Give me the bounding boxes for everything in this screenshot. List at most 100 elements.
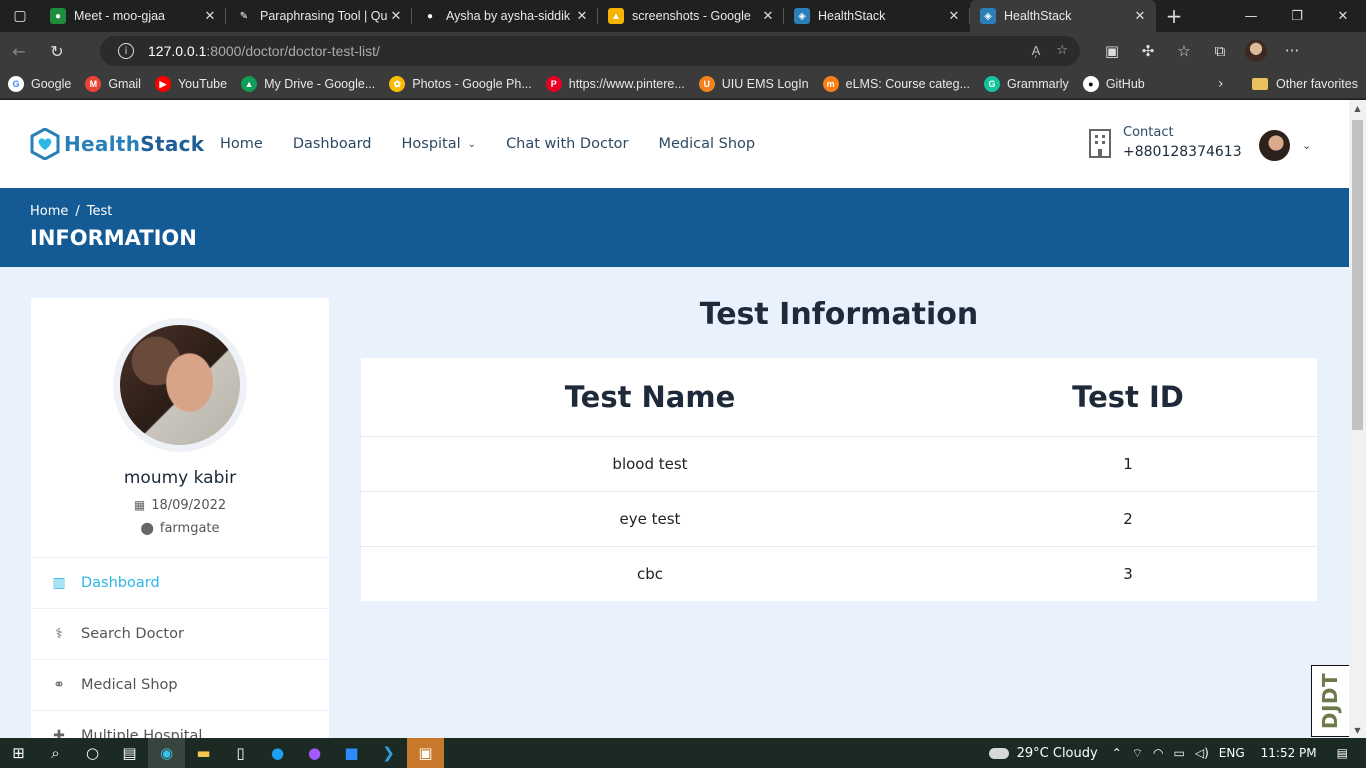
table-row: cbc 3: [361, 546, 1317, 601]
read-aloud-icon[interactable]: A᷊: [1032, 43, 1041, 59]
wifi-icon[interactable]: ◠: [1153, 746, 1163, 760]
tab-favicon-icon: ▲: [608, 8, 624, 24]
healthstack-logo[interactable]: HealthStack: [30, 128, 204, 160]
browser-tab[interactable]: ◈ HealthStack ✕: [970, 0, 1156, 32]
column-header-test-id: Test ID: [939, 358, 1317, 437]
sidebar-item-search-doctor[interactable]: ⚕ Search Doctor: [31, 608, 329, 659]
browser-tab[interactable]: ▲ screenshots - Google ✕: [598, 0, 784, 32]
contact-number: +880128374613: [1123, 144, 1242, 160]
notifications-icon[interactable]: ▤: [1337, 746, 1348, 760]
edge-icon[interactable]: ◉: [148, 738, 185, 768]
other-favorites[interactable]: Other favorites: [1252, 77, 1358, 91]
bookmark-item[interactable]: ✿ Photos - Google Ph...: [389, 76, 532, 92]
tab-actions-icon[interactable]: ▢: [0, 0, 40, 32]
nav-medical-shop[interactable]: Medical Shop: [658, 136, 755, 152]
chevron-down-icon: ⌄: [1302, 139, 1312, 152]
volume-icon[interactable]: ◁): [1195, 746, 1209, 760]
close-window-icon[interactable]: ✕: [1320, 0, 1366, 32]
bookmark-item[interactable]: G Google: [8, 76, 71, 92]
collections-icon[interactable]: ⧉: [1202, 32, 1238, 70]
restore-icon[interactable]: ❐: [1274, 0, 1320, 32]
tab-close-icon[interactable]: ✕: [946, 8, 962, 24]
windows-start-icon[interactable]: ⊞: [0, 738, 37, 768]
clock[interactable]: 11:52 PM: [1261, 746, 1317, 760]
sidebar-item-multiple-hospital[interactable]: ✚ Multiple Hospital: [31, 710, 329, 738]
minimize-icon[interactable]: —: [1228, 0, 1274, 32]
scroll-down-icon[interactable]: ▼: [1349, 722, 1366, 738]
sidebar-item-medical-shop[interactable]: ⚭ Medical Shop: [31, 659, 329, 710]
browser-tab[interactable]: ● Aysha by aysha-siddik ✕: [412, 0, 598, 32]
tab-close-icon[interactable]: ✕: [1132, 8, 1148, 24]
sidebar-item-dashboard[interactable]: ▥ Dashboard: [31, 557, 329, 608]
bookmarks-overflow-icon[interactable]: ›: [1218, 76, 1224, 92]
nav-dashboard[interactable]: Dashboard: [293, 136, 372, 152]
bookmark-label: Gmail: [108, 77, 141, 91]
bookmark-item[interactable]: ▲ My Drive - Google...: [241, 76, 375, 92]
url-field[interactable]: i 127.0.0.1:8000/doctor/doctor-test-list…: [100, 36, 1080, 66]
twitter-icon[interactable]: ●: [259, 738, 296, 768]
browser-tab[interactable]: ● Meet - moo-gjaa ✕: [40, 0, 226, 32]
nav-chat-with-doctor[interactable]: Chat with Doctor: [506, 136, 628, 152]
battery-icon[interactable]: ▭: [1174, 746, 1185, 760]
tab-close-icon[interactable]: ✕: [760, 8, 776, 24]
bookmark-label: Photos - Google Ph...: [412, 77, 532, 91]
breadcrumb-home[interactable]: Home: [30, 204, 68, 219]
cortana-icon[interactable]: ○: [74, 738, 111, 768]
browser-tab[interactable]: ◈ HealthStack ✕: [784, 0, 970, 32]
test-name-cell: blood test: [361, 436, 939, 492]
vscode-icon[interactable]: ❯: [370, 738, 407, 768]
bookmark-item[interactable]: G Grammarly: [984, 76, 1069, 92]
tab-close-icon[interactable]: ✕: [202, 8, 218, 24]
nav-hospital[interactable]: Hospital ⌄: [402, 136, 477, 152]
chevron-up-icon[interactable]: ⌃: [1112, 746, 1122, 760]
main-nav: Home Dashboard Hospital ⌄ Chat with Docto…: [220, 136, 755, 152]
tab-close-icon[interactable]: ✕: [574, 8, 590, 24]
user-menu[interactable]: ⌄: [1259, 130, 1311, 161]
bookmark-favicon-icon: ▶: [154, 76, 171, 92]
profile-icon[interactable]: [1238, 32, 1274, 70]
tab-close-icon[interactable]: ✕: [388, 8, 404, 24]
django-debug-toolbar-handle[interactable]: DJDT: [1311, 665, 1349, 737]
page-scrollbar[interactable]: ▲ ▼: [1349, 100, 1366, 738]
browser-tab[interactable]: ✎ Paraphrasing Tool | Qu ✕: [226, 0, 412, 32]
notepad-icon[interactable]: ▯: [222, 738, 259, 768]
test-id-cell: 2: [939, 491, 1317, 547]
sidebar-item-icon: ⚭: [53, 677, 65, 693]
new-tab-button[interactable]: +: [1156, 0, 1192, 32]
bookmark-item[interactable]: ▶ YouTube: [154, 76, 228, 92]
reload-icon[interactable]: ↻: [38, 35, 76, 67]
zoom-icon[interactable]: ■: [333, 738, 370, 768]
favorites-icon[interactable]: ☆: [1166, 32, 1202, 70]
snipping-tool-icon[interactable]: ▣: [407, 738, 444, 768]
tab-title: Meet - moo-gjaa: [74, 9, 166, 23]
toolbar-icons: ▣ ✣ ☆ ⧉ ···: [1094, 32, 1310, 70]
windows-taskbar: ⊞ ⌕ ○ ▤ ◉ ▬ ▯ ● ● ■ ❯ ▣ 29°C Cloudy ⌃ ⌔ …: [0, 738, 1366, 768]
scroll-thumb[interactable]: [1352, 120, 1363, 430]
tab-favicon-icon: ●: [422, 8, 438, 24]
bookmark-item[interactable]: Phttps://www.pintere...: [545, 76, 685, 92]
scroll-up-icon[interactable]: ▲: [1349, 100, 1366, 116]
site-info-icon[interactable]: i: [118, 43, 134, 59]
test-id-cell: 3: [1123, 564, 1133, 583]
more-menu-icon[interactable]: ···: [1274, 32, 1310, 70]
nav-home[interactable]: Home: [220, 136, 263, 152]
network-icon[interactable]: ⌔: [1132, 746, 1143, 761]
file-explorer-icon[interactable]: ▬: [185, 738, 222, 768]
extension-doc-icon[interactable]: ▣: [1094, 32, 1130, 70]
bookmark-item[interactable]: ● GitHub: [1082, 76, 1145, 92]
back-icon[interactable]: ←: [0, 35, 38, 67]
weather-widget[interactable]: 29°C Cloudy: [988, 746, 1098, 761]
favorite-star-icon[interactable]: ☆: [1056, 43, 1068, 59]
bookmark-item[interactable]: m eLMS: Course categ...: [822, 76, 970, 92]
bookmark-label: YouTube: [177, 77, 228, 91]
extensions-puzzle-icon[interactable]: ✣: [1130, 32, 1166, 70]
bookmark-favicon-icon: m: [822, 76, 839, 92]
language-indicator[interactable]: ENG: [1219, 746, 1245, 760]
task-view-icon[interactable]: ▤: [111, 738, 148, 768]
bookmark-item[interactable]: M Gmail: [85, 76, 141, 92]
bookmark-item[interactable]: U UIU EMS LogIn: [698, 76, 809, 92]
search-icon[interactable]: ⌕: [37, 738, 74, 768]
messenger-icon[interactable]: ●: [296, 738, 333, 768]
sidebar-item-icon: ▥: [52, 575, 66, 591]
tab-title: Aysha by aysha-siddik: [446, 9, 571, 23]
